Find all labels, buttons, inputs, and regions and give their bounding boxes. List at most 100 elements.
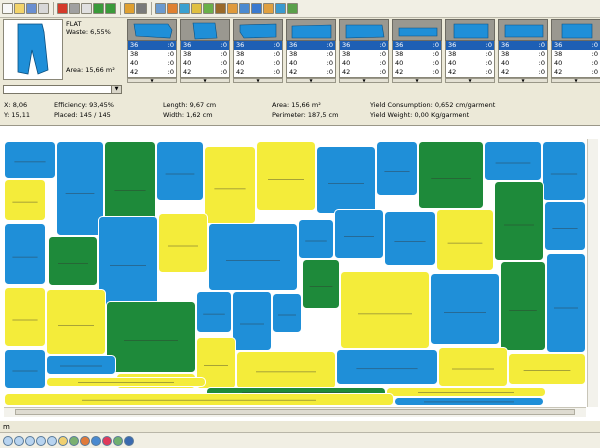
save-icon[interactable] — [26, 3, 37, 14]
marker-piece[interactable] — [256, 141, 316, 211]
size-row[interactable]: 36:0 — [499, 41, 547, 50]
size-row[interactable]: 40:0 — [340, 59, 388, 68]
size-list[interactable]: 36:0 38:0 40:0 42:0 — [286, 41, 336, 78]
stats-icon[interactable] — [263, 3, 274, 14]
chevron-down-icon[interactable]: ▼ — [233, 78, 283, 83]
close-icon[interactable] — [57, 3, 68, 14]
marker-piece[interactable] — [56, 141, 104, 236]
marker-piece[interactable] — [316, 146, 376, 214]
chevron-down-icon[interactable]: ▼ — [498, 78, 548, 83]
size-row[interactable]: 38:0 — [234, 50, 282, 59]
piece-thumbnail[interactable] — [445, 19, 495, 41]
print-icon[interactable] — [38, 3, 49, 14]
size-row[interactable]: 36:0 — [234, 41, 282, 50]
select-icon[interactable] — [69, 435, 79, 446]
home-icon[interactable] — [227, 3, 238, 14]
marker-piece[interactable] — [48, 236, 98, 286]
marker-piece[interactable] — [4, 141, 56, 179]
zoom-prev-icon[interactable] — [47, 435, 57, 446]
size-row[interactable]: 42:0 — [552, 68, 600, 77]
marker-piece[interactable] — [542, 141, 586, 201]
piece-thumbnail[interactable] — [339, 19, 389, 41]
size-list[interactable]: 36:0 38:0 40:0 42:0 — [392, 41, 442, 78]
size-row[interactable]: 40:0 — [552, 59, 600, 68]
place-icon[interactable] — [203, 3, 214, 14]
marker-piece[interactable] — [494, 181, 544, 261]
measure-icon[interactable] — [58, 435, 68, 446]
chevron-down-icon[interactable]: ▼ — [127, 78, 177, 83]
size-row[interactable]: 36:0 — [446, 41, 494, 50]
marker-piece[interactable] — [236, 351, 336, 389]
marker-piece[interactable] — [196, 291, 232, 333]
marker-piece[interactable] — [46, 289, 106, 355]
size-row[interactable]: 40:0 — [181, 59, 229, 68]
piece-preview[interactable] — [3, 19, 63, 80]
marker-piece[interactable] — [484, 141, 542, 181]
piece-thumbnail[interactable] — [180, 19, 230, 41]
size-row[interactable]: 38:0 — [499, 50, 547, 59]
piece-card[interactable]: 36:0 38:0 40:0 42:0 ▼ — [445, 19, 495, 87]
size-row[interactable]: 40:0 — [446, 59, 494, 68]
layers-icon[interactable] — [113, 435, 123, 446]
vertical-scrollbar[interactable] — [587, 139, 598, 407]
size-row[interactable]: 42:0 — [499, 68, 547, 77]
flip-icon[interactable] — [179, 3, 190, 14]
chevron-down-icon[interactable]: ▼ — [111, 86, 121, 93]
chevron-down-icon[interactable]: ▼ — [180, 78, 230, 83]
marker-piece[interactable] — [376, 141, 418, 196]
marker-piece[interactable] — [436, 209, 494, 271]
piece-card[interactable]: 36:0 38:0 40:0 42:0 ▼ — [233, 19, 283, 87]
open-icon[interactable] — [14, 3, 25, 14]
size-row[interactable]: 42:0 — [234, 68, 282, 77]
marker-piece[interactable] — [544, 201, 586, 251]
size-row[interactable]: 40:0 — [128, 59, 176, 68]
grid-icon[interactable] — [275, 3, 286, 14]
marker-layout[interactable] — [4, 141, 586, 406]
marker-piece[interactable] — [500, 261, 546, 351]
size-row[interactable]: 42:0 — [393, 68, 441, 77]
grid-toggle-icon[interactable] — [124, 435, 134, 446]
align-icon[interactable] — [155, 3, 166, 14]
size-row[interactable]: 38:0 — [128, 50, 176, 59]
piece-card[interactable]: 36:0 38:0 40:0 42:0 ▼ — [392, 19, 442, 87]
marker-pieces[interactable] — [4, 141, 586, 406]
piece-card[interactable]: 36:0 38:0 40:0 42:0 ▼ — [286, 19, 336, 87]
lock-icon[interactable] — [215, 3, 226, 14]
magic-icon[interactable] — [124, 3, 135, 14]
size-row[interactable]: 38:0 — [181, 50, 229, 59]
size-list[interactable]: 36:0 38:0 40:0 42:0 — [180, 41, 230, 78]
size-list[interactable]: 36:0 38:0 40:0 42:0 — [498, 41, 548, 78]
marker-piece[interactable] — [46, 355, 116, 375]
piece-card[interactable]: 36:0 38:0 40:0 42:0 ▼ — [339, 19, 389, 87]
marker-canvas-area[interactable] — [0, 125, 600, 421]
zoom-window-icon[interactable] — [36, 435, 46, 446]
marker-piece[interactable] — [298, 219, 334, 259]
size-row[interactable]: 38:0 — [287, 50, 335, 59]
undo-icon[interactable] — [93, 3, 104, 14]
size-row[interactable]: 42:0 — [287, 68, 335, 77]
size-list[interactable]: 36:0 38:0 40:0 42:0 — [339, 41, 389, 78]
scroll-thumb[interactable] — [15, 409, 575, 415]
rotate-icon[interactable] — [167, 3, 178, 14]
marker-piece[interactable] — [302, 259, 340, 309]
check-icon[interactable] — [287, 3, 298, 14]
size-row[interactable]: 42:0 — [340, 68, 388, 77]
marker-piece[interactable] — [98, 216, 158, 306]
marker-piece[interactable] — [508, 353, 586, 385]
zoom-fit-icon[interactable] — [25, 435, 35, 446]
marker-piece[interactable] — [4, 393, 394, 406]
piece-select[interactable]: ▼ — [3, 85, 122, 94]
marker-piece[interactable] — [204, 146, 256, 224]
size-row[interactable]: 40:0 — [499, 59, 547, 68]
tools-icon[interactable] — [136, 3, 147, 14]
size-row[interactable]: 40:0 — [393, 59, 441, 68]
marker-piece[interactable] — [208, 223, 298, 291]
size-row[interactable]: 36:0 — [340, 41, 388, 50]
piece-thumbnail[interactable] — [551, 19, 600, 41]
info-icon[interactable] — [80, 435, 90, 446]
size-list[interactable]: 36:0 38:0 40:0 42:0 — [233, 41, 283, 78]
marker-piece[interactable] — [4, 223, 46, 285]
size-row[interactable]: 38:0 — [393, 50, 441, 59]
chevron-down-icon[interactable]: ▼ — [339, 78, 389, 83]
piece-card[interactable]: 36:0 38:0 40:0 42:0 ▼ — [551, 19, 600, 87]
